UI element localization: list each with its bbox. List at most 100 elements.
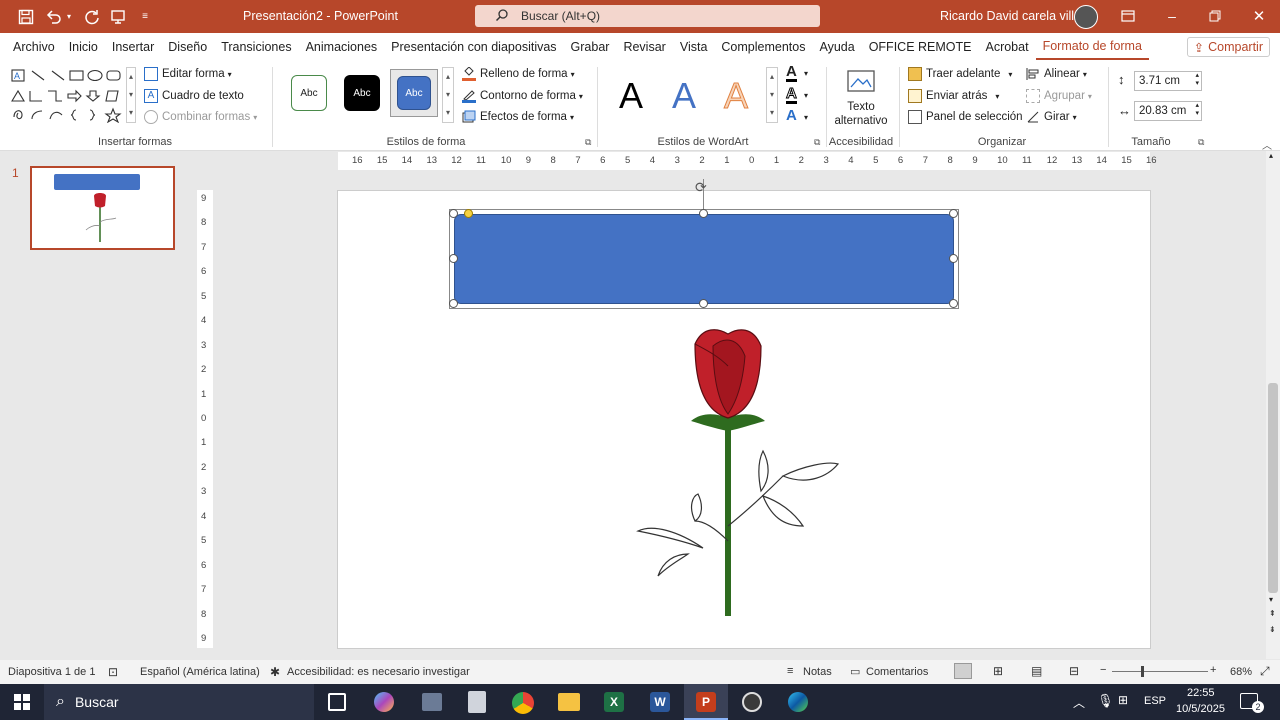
width-spinner[interactable]: ▴ ▾ (1195, 102, 1199, 118)
shapes-gallery[interactable]: A (10, 67, 126, 124)
scroll-up-icon[interactable]: ▴ (1269, 151, 1273, 160)
tab-office-remote[interactable]: OFFICE REMOTE (862, 33, 979, 61)
text-effects-dropdown-icon[interactable]: ▾ (804, 113, 808, 122)
rose-image[interactable] (633, 326, 843, 621)
files-app-icon[interactable] (422, 693, 442, 711)
restore-icon[interactable] (1206, 7, 1224, 25)
shape-style-swatch-selected-frame[interactable]: Abc (390, 69, 438, 117)
zoom-level[interactable]: 68% (1230, 666, 1252, 678)
alt-text-button[interactable]: Texto alternativo (832, 67, 890, 129)
undo-dropdown-icon[interactable]: ▾ (64, 9, 74, 23)
copilot-icon[interactable] (374, 692, 394, 712)
shape-fill-button[interactable]: Relleno de forma ▾ (462, 66, 575, 81)
obs-icon[interactable] (742, 692, 762, 712)
input-language[interactable]: ESP (1144, 695, 1166, 707)
send-backward-button[interactable]: Enviar atrás ▾ (908, 89, 999, 103)
resize-handle-se[interactable] (949, 299, 958, 308)
slide[interactable]: ⟳ (337, 179, 1151, 649)
resize-handle-n[interactable] (699, 209, 708, 218)
shape-height-field[interactable]: 3.71 cm ▴ ▾ (1134, 71, 1202, 91)
text-outline-dropdown-icon[interactable]: ▾ (804, 91, 808, 100)
accessibility-status[interactable]: Accesibilidad: es necesario investigar (287, 666, 470, 678)
close-icon[interactable]: ✕ (1250, 6, 1268, 26)
wordart-sample-orange[interactable]: A (723, 75, 748, 117)
shape-styles-launcher-icon[interactable]: ⧉ (585, 137, 591, 148)
scroll-thumb[interactable] (1268, 383, 1278, 593)
text-fill-icon[interactable]: A (786, 64, 797, 82)
notes-button[interactable]: Notas (803, 666, 832, 678)
tab-diseno[interactable]: Diseño (161, 33, 214, 61)
tab-ayuda[interactable]: Ayuda (812, 33, 861, 61)
language-status[interactable]: Español (América latina) (140, 666, 260, 678)
selection-pane-button[interactable]: Panel de selección (908, 110, 1023, 124)
show-hidden-icons[interactable]: ︿ (1073, 694, 1085, 711)
adjust-handle[interactable] (464, 209, 473, 218)
save-icon[interactable] (16, 7, 36, 27)
taskbar-search-box[interactable]: ⌕ Buscar (44, 684, 314, 720)
minimize-icon[interactable]: – (1162, 6, 1182, 26)
collapse-ribbon-icon[interactable]: ︿ (1262, 137, 1272, 152)
spelling-icon[interactable]: ⊡ (108, 665, 118, 679)
powerpoint-taskbar-active[interactable]: P (684, 684, 728, 720)
presentation-from-start-icon[interactable] (108, 7, 128, 27)
excel-icon[interactable]: X (604, 692, 624, 712)
ribbon-display-options-icon[interactable] (1118, 7, 1138, 25)
wordart-styles-scroll[interactable]: ▴ ▾ ▾ (766, 67, 778, 123)
rotate-handle-icon[interactable]: ⟳ (695, 179, 707, 196)
redo-icon[interactable] (82, 7, 102, 27)
text-outline-icon[interactable]: A (786, 86, 797, 104)
text-fill-dropdown-icon[interactable]: ▾ (804, 69, 808, 78)
tab-formato-de-forma[interactable]: Formato de forma (1035, 34, 1149, 60)
comments-button[interactable]: Comentarios (866, 666, 928, 678)
tab-grabar[interactable]: Grabar (564, 33, 617, 61)
edit-shape-button[interactable]: Editar forma ▾ (144, 67, 232, 81)
comments-icon[interactable]: ▭ (850, 665, 860, 678)
resize-handle-sw[interactable] (449, 299, 458, 308)
shape-width-field[interactable]: 20.83 cm ▴ ▾ (1134, 101, 1202, 121)
tab-animaciones[interactable]: Animaciones (299, 33, 385, 61)
bring-forward-button[interactable]: Traer adelante ▾ (908, 67, 1012, 81)
wordart-gallery[interactable]: A A A (610, 75, 770, 119)
resize-handle-e[interactable] (949, 254, 958, 263)
wordart-launcher-icon[interactable]: ⧉ (814, 137, 820, 148)
customize-toolbar-icon[interactable]: ≡ (138, 9, 152, 23)
user-name[interactable]: Ricardo David carela villa (940, 9, 1081, 23)
zoom-slider-thumb[interactable] (1141, 666, 1144, 677)
microphone-icon[interactable]: 🎙 (1097, 693, 1114, 709)
tab-vista[interactable]: Vista (673, 33, 715, 61)
tab-archivo[interactable]: Archivo (6, 33, 62, 61)
height-spinner[interactable]: ▴ ▾ (1195, 72, 1199, 88)
resize-handle-nw[interactable] (449, 209, 458, 218)
fit-to-window-icon[interactable]: ⤢ (1260, 664, 1270, 679)
zoom-in-icon[interactable]: + (1210, 664, 1216, 676)
size-launcher-icon[interactable]: ⧉ (1198, 137, 1204, 148)
tab-complementos[interactable]: Complementos (714, 33, 812, 61)
scroll-down-icon[interactable]: ▾ (1269, 595, 1273, 604)
tab-revisar[interactable]: Revisar (616, 33, 672, 61)
tab-presentacion[interactable]: Presentación con diapositivas (384, 33, 563, 61)
slideshow-icon[interactable]: ⊟ (1069, 664, 1079, 678)
shape-styles-scroll[interactable]: ▴ ▾ ▾ (442, 67, 454, 123)
chrome-icon[interactable] (512, 692, 534, 714)
zoom-out-icon[interactable]: − (1100, 664, 1106, 676)
shapes-gallery-scroll[interactable]: ▴ ▾ ▾ (126, 67, 136, 123)
windows-start-icon[interactable] (14, 694, 30, 713)
wordart-sample-black[interactable]: A (619, 75, 643, 117)
wordart-sample-blue[interactable]: A (672, 75, 696, 117)
align-button[interactable]: Alinear ▾ (1026, 67, 1087, 81)
calculator-icon[interactable] (468, 691, 486, 713)
tab-inicio[interactable]: Inicio (62, 33, 105, 61)
user-avatar[interactable] (1074, 5, 1098, 29)
normal-view-icon[interactable] (954, 663, 972, 679)
accessibility-icon[interactable]: ✱ (270, 665, 280, 679)
task-view-icon[interactable] (328, 693, 346, 711)
tab-acrobat[interactable]: Acrobat (978, 33, 1035, 61)
shape-outline-button[interactable]: Contorno de forma ▾ (462, 89, 583, 103)
search-box[interactable]: Buscar (Alt+Q) (475, 5, 820, 27)
text-box-button[interactable]: A Cuadro de texto (144, 89, 244, 103)
file-explorer-icon[interactable] (558, 693, 580, 711)
resize-handle-s[interactable] (699, 299, 708, 308)
tab-transiciones[interactable]: Transiciones (214, 33, 298, 61)
vertical-scrollbar[interactable]: ▴ ▾ ⇞ ⇟ (1266, 151, 1280, 659)
notes-icon[interactable]: ≡ (787, 665, 793, 677)
